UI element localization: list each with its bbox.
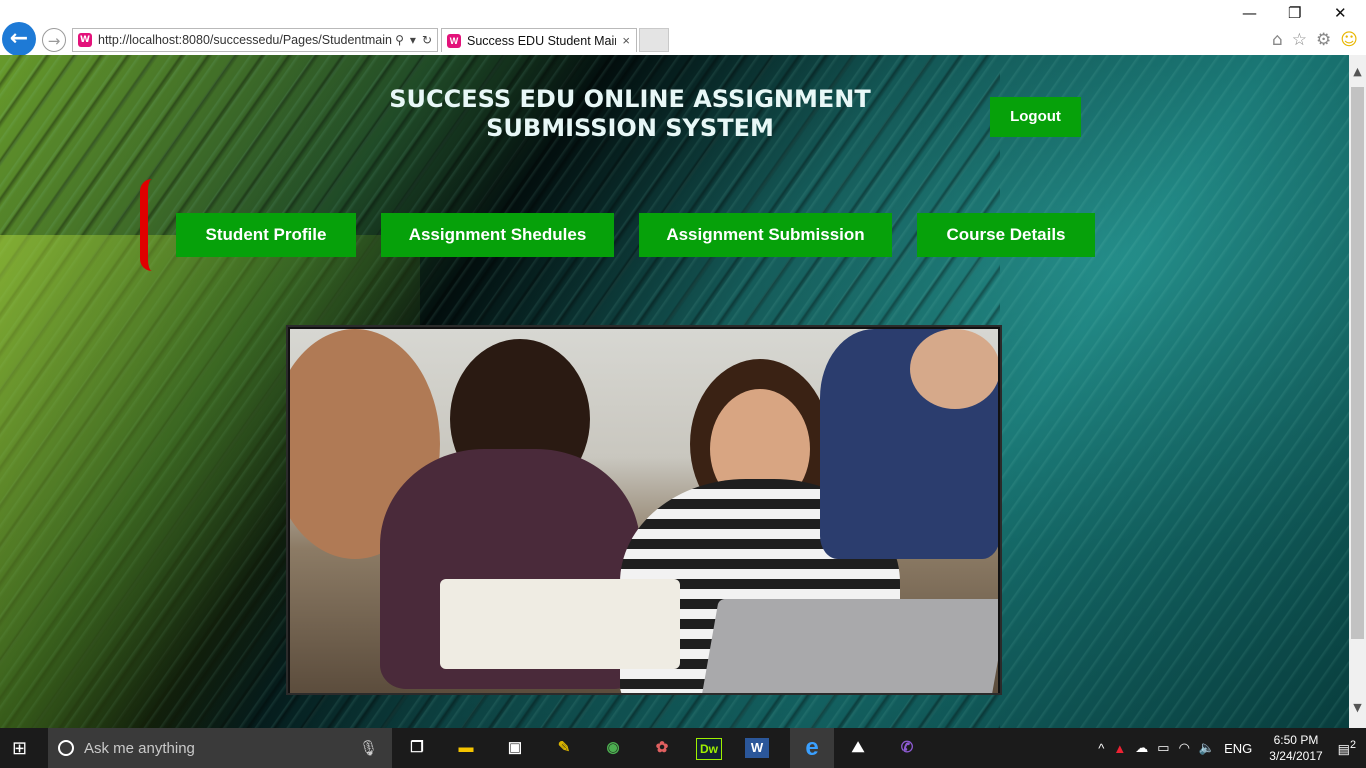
volume-icon[interactable]: 🔈 xyxy=(1199,740,1215,756)
minimize-button[interactable]: — xyxy=(1242,4,1257,22)
search-icon[interactable]: ⚲ xyxy=(395,33,404,47)
microphone-icon[interactable]: 🎙 xyxy=(359,739,378,757)
close-window-button[interactable]: ✕ xyxy=(1334,4,1347,22)
restore-button[interactable]: ❐ xyxy=(1288,4,1301,22)
students-photo xyxy=(290,329,998,693)
assignment-submission-button[interactable]: Assignment Submission xyxy=(639,213,892,257)
url-host: http://localhost xyxy=(98,33,179,47)
back-button[interactable]: ← xyxy=(2,22,36,56)
tab-favicon: W xyxy=(447,33,461,48)
tools-icon[interactable]: ✎ xyxy=(549,734,579,762)
refresh-icon[interactable]: ↻ xyxy=(422,33,432,47)
assignment-shedules-button[interactable]: Assignment Shedules xyxy=(381,213,614,257)
tab-student-main[interactable]: W Success EDU Student Main ... × xyxy=(441,28,637,52)
favorites-star-icon[interactable]: ☆ xyxy=(1292,30,1307,50)
dropdown-icon[interactable]: ▾ xyxy=(410,33,416,47)
cortana-search-box[interactable]: Ask me anything 🎙 xyxy=(48,728,392,768)
red-accent-bracket xyxy=(140,179,152,271)
clock-date: 3/24/2017 xyxy=(1269,749,1323,763)
cortana-icon xyxy=(58,740,74,756)
paint-icon[interactable]: ✿ xyxy=(647,734,677,762)
arrow-right-icon: → xyxy=(47,32,61,50)
photos-icon[interactable]: ⛰ xyxy=(843,734,873,762)
word-icon[interactable]: W xyxy=(745,738,769,758)
viber-icon[interactable]: ✆ xyxy=(892,734,922,762)
page-content: SUCCESS EDU ONLINE ASSIGNMENT SUBMISSION… xyxy=(0,55,1349,728)
student-profile-button[interactable]: Student Profile xyxy=(176,213,356,257)
feedback-smiley-icon[interactable]: ☺ xyxy=(1340,30,1358,50)
dreamweaver-icon[interactable]: Dw xyxy=(696,738,722,760)
site-favicon: W xyxy=(78,33,92,47)
settings-gear-icon[interactable]: ⚙ xyxy=(1316,30,1331,50)
course-details-button[interactable]: Course Details xyxy=(917,213,1095,257)
action-center-icon[interactable]: ▤2 xyxy=(1338,739,1356,757)
new-tab-button[interactable] xyxy=(639,28,669,52)
input-language[interactable]: ENG xyxy=(1224,741,1252,756)
internet-explorer-icon[interactable]: e xyxy=(790,728,834,768)
url-text[interactable]: http://localhost:8080/successedu/Pages/S… xyxy=(98,33,395,47)
taskbar-clock[interactable]: 6:50 PM 3/24/2017 xyxy=(1269,732,1322,764)
clock-time: 6:50 PM xyxy=(1273,733,1319,747)
windows-taskbar: ⊞ Ask me anything 🎙 ❐ ▬ ▣ ✎ ◉ ✿ Dw W e ⛰… xyxy=(0,728,1366,768)
logout-button[interactable]: Logout xyxy=(990,97,1081,137)
store-icon[interactable]: ▣ xyxy=(500,734,530,762)
page-title: SUCCESS EDU ONLINE ASSIGNMENT SUBMISSION… xyxy=(389,85,871,142)
file-explorer-icon[interactable]: ▬ xyxy=(451,734,481,762)
onedrive-cloud-icon[interactable]: ☁ xyxy=(1135,740,1148,756)
browser-chrome: — ❐ ✕ ← → W http://localhost:8080/succes… xyxy=(0,0,1366,56)
antivirus-icon[interactable]: ▲ xyxy=(1113,741,1126,756)
scroll-thumb[interactable] xyxy=(1351,87,1364,639)
arrow-left-icon: ← xyxy=(9,26,29,51)
system-tray: ^ ▲ ☁ ▭ ◠ 🔈 ENG 6:50 PM 3/24/2017 ▤2 xyxy=(1098,728,1366,768)
tab-title: Success EDU Student Main ... xyxy=(467,33,616,48)
address-bar[interactable]: W http://localhost:8080/successedu/Pages… xyxy=(72,28,438,52)
cortana-search-placeholder: Ask me anything xyxy=(84,739,195,757)
battery-icon[interactable]: ▭ xyxy=(1157,740,1169,756)
url-path: :8080/successedu/Pages/Studentmain xyxy=(178,33,392,47)
notification-count: 2 xyxy=(1349,738,1356,751)
wifi-icon[interactable]: ◠ xyxy=(1179,740,1190,756)
scroll-down-arrow-icon[interactable]: ▼ xyxy=(1349,701,1366,714)
vertical-scrollbar[interactable]: ▲ ▼ xyxy=(1349,55,1366,728)
task-view-icon[interactable]: ❐ xyxy=(402,734,432,762)
scroll-up-arrow-icon[interactable]: ▲ xyxy=(1349,65,1366,78)
show-hidden-icons-icon[interactable]: ^ xyxy=(1098,741,1104,756)
windows-start-icon[interactable]: ⊞ xyxy=(12,738,34,758)
home-icon[interactable]: ⌂ xyxy=(1272,30,1283,50)
students-photo-frame xyxy=(286,325,1002,695)
chrome-icon[interactable]: ◉ xyxy=(598,734,628,762)
tab-close-icon[interactable]: × xyxy=(616,33,636,48)
forward-button[interactable]: → xyxy=(42,28,66,52)
